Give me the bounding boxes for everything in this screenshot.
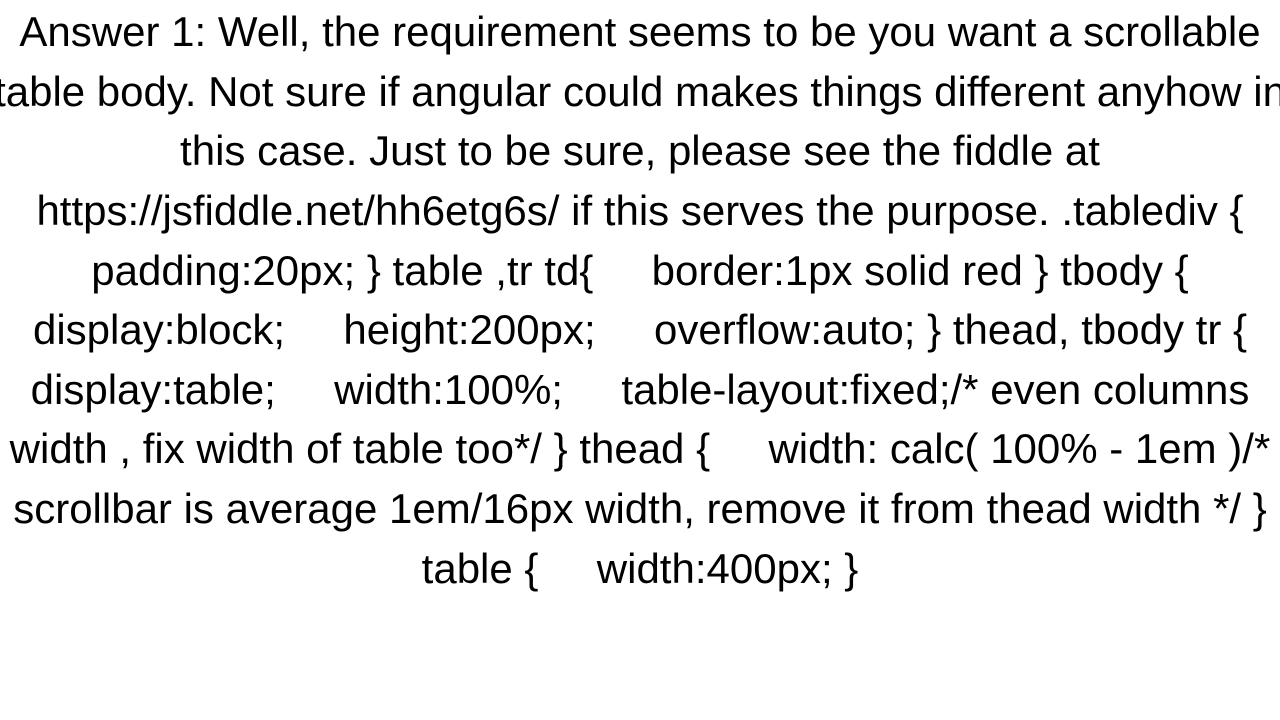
answer-intro-tail: if this serves the purpose. xyxy=(571,187,1050,234)
answer-label: Answer 1: xyxy=(19,8,206,55)
answer-text-block: Answer 1: Well, the requirement seems to… xyxy=(0,0,1280,598)
fiddle-link[interactable]: https://jsfiddle.net/hh6etg6s/ xyxy=(36,187,559,234)
css-code-block: .tablediv { padding:20px; } table ,tr td… xyxy=(10,187,1280,592)
